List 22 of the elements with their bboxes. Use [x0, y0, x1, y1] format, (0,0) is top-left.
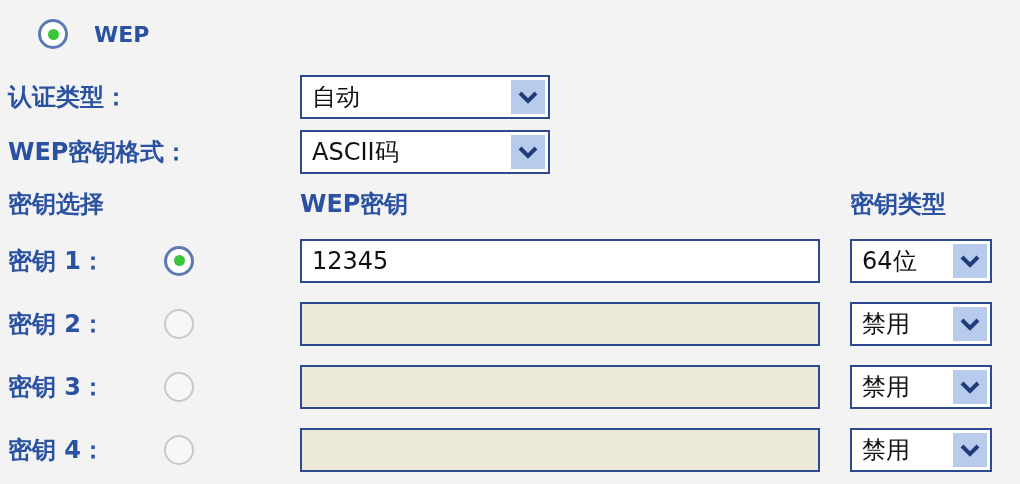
field-label: WEP密钥格式： [8, 136, 189, 168]
dropdown[interactable]: 64位 [850, 238, 992, 283]
chevron-down-icon [953, 432, 987, 467]
key-label: 密钥 2： [8, 308, 106, 340]
column-header: 密钥类型 [850, 189, 946, 220]
radio-button[interactable] [164, 245, 194, 276]
chevron-down-icon [953, 306, 987, 341]
key-label: 密钥 1： [8, 245, 106, 277]
dropdown[interactable]: ASCII码 [300, 129, 550, 174]
field-label: 认证类型： [8, 81, 128, 113]
column-header: WEP密钥 [300, 189, 409, 220]
radio-button[interactable] [38, 19, 68, 49]
chevron-down-icon [511, 79, 545, 114]
key-input-field[interactable]: 12345 [300, 238, 820, 283]
key-label: 密钥 3： [8, 371, 106, 403]
dropdown[interactable]: 自动 [300, 74, 550, 119]
column-header: 密钥选择 [8, 189, 104, 220]
chevron-down-icon [511, 134, 545, 169]
option-label: WEP [94, 21, 150, 47]
chevron-down-icon [953, 243, 987, 278]
chevron-down-icon [953, 369, 987, 404]
key-label: 密钥 4： [8, 434, 106, 466]
